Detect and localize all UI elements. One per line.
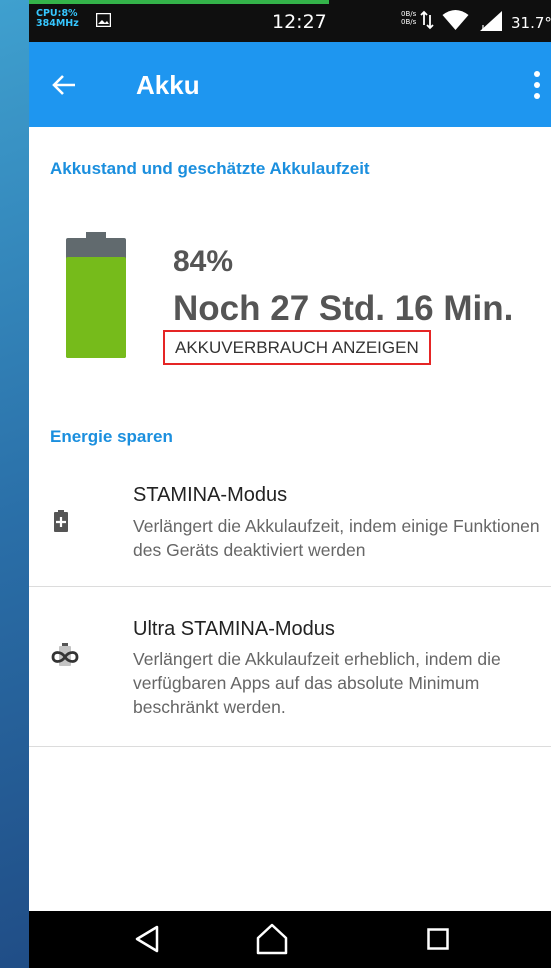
status-bar: CPU:8% 384MHz 12:27 0B/s 0B/s 31.7°C (29, 0, 551, 42)
cpu-monitor: CPU:8% 384MHz (36, 9, 79, 29)
energy-section-header: Energie sparen (50, 427, 173, 446)
stamina-mode-description: Verlängert die Akkulaufzeit, indem einig… (133, 516, 540, 560)
net-upload-text: 0B/s (401, 10, 417, 18)
app-toolbar: Akku (29, 42, 551, 127)
image-notification-icon (96, 13, 111, 27)
battery-plus-icon (54, 510, 68, 532)
nav-home-icon[interactable] (255, 923, 289, 955)
page-title: Akku (136, 70, 200, 100)
remaining-time: Noch 27 Std. 16 Min. (173, 289, 514, 328)
ultra-stamina-mode-title: Ultra STAMINA-Modus (133, 618, 335, 640)
status-clock: 12:27 (272, 11, 327, 33)
phone-screen: CPU:8% 384MHz 12:27 0B/s 0B/s 31.7°C Akk… (29, 0, 551, 968)
list-divider (29, 586, 551, 587)
battery-section-header: Akkustand und geschätzte Akkulaufzeit (50, 159, 370, 178)
data-transfer-icon (420, 10, 434, 30)
status-accent-line (29, 0, 329, 4)
net-download-text: 0B/s (401, 18, 417, 26)
ultra-stamina-mode-description: Verlängert die Akkulaufzeit erheblich, i… (133, 649, 501, 717)
nav-recents-icon[interactable] (427, 928, 449, 950)
list-item-ultra-stamina-mode[interactable]: Ultra STAMINA-Modus Verlängert die Akkul… (29, 588, 551, 746)
more-vert-icon[interactable] (529, 70, 545, 100)
temperature-readout: 31.7°C (511, 14, 551, 32)
battery-level-icon (66, 232, 126, 358)
stamina-mode-title: STAMINA-Modus (133, 484, 288, 506)
wifi-icon (442, 10, 469, 30)
arrow-left-icon[interactable] (51, 72, 77, 98)
nav-back-icon[interactable] (135, 925, 159, 953)
list-divider (29, 746, 551, 747)
cell-signal-icon (480, 11, 502, 31)
navigation-bar (29, 911, 551, 968)
cpu-frequency-text: 384MHz (36, 18, 79, 29)
list-item-stamina-mode[interactable]: STAMINA-Modus Verlängert die Akkulaufzei… (29, 470, 551, 587)
network-speed: 0B/s 0B/s (401, 10, 416, 26)
show-battery-usage-button[interactable]: AKKUVERBRAUCH ANZEIGEN (163, 330, 431, 365)
infinity-battery-icon (51, 643, 79, 666)
battery-percentage: 84% (173, 245, 234, 278)
